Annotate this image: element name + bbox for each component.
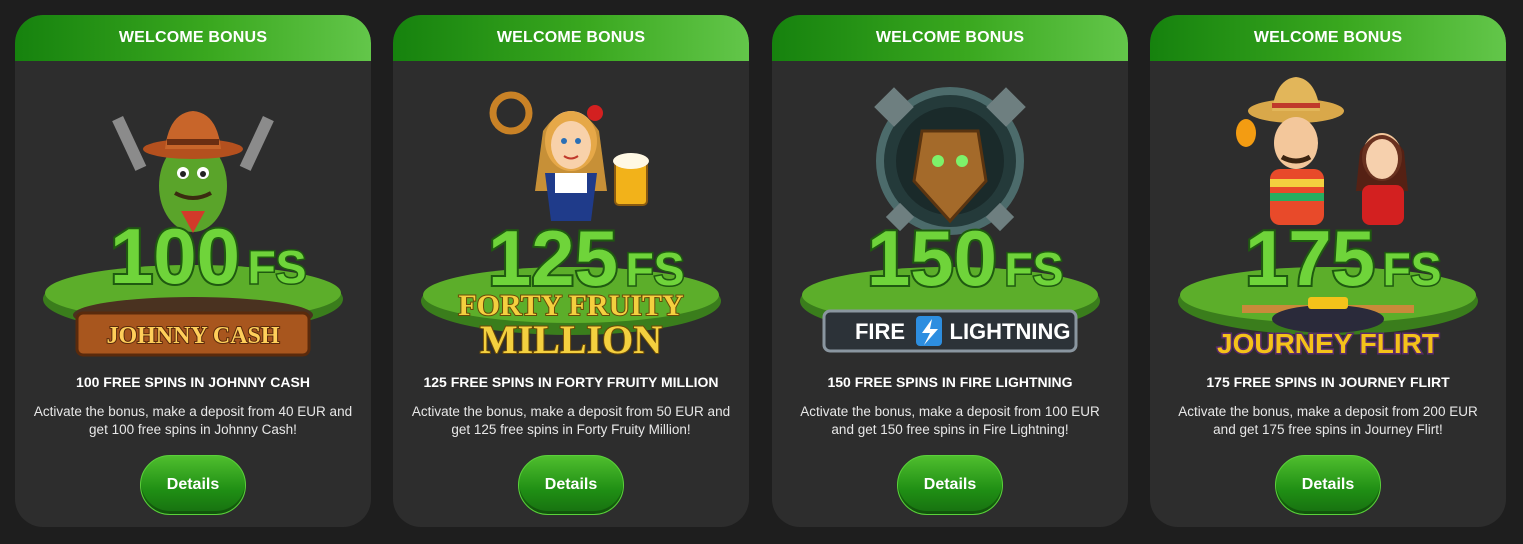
game-logo-line2: LIGHTNING	[950, 319, 1071, 344]
viking-mask-art: 150 FS FIRE LIGHTNING	[800, 87, 1100, 353]
promo-description: Activate the bonus, make a deposit from …	[800, 404, 1100, 437]
promo-title: 125 FREE SPINS IN FORTY FRUITY MILLION	[423, 374, 719, 390]
big-number-text: 100	[110, 212, 240, 300]
bonus-cards-row: WELCOME BONUS 100 FS JOHNNY CASH 100 FRE…	[0, 0, 1523, 544]
card-header: WELCOME BONUS	[15, 15, 371, 61]
bavarian-girl-art: 125 FS FORTY FRUITY MILLION	[421, 91, 721, 361]
card-header: WELCOME BONUS	[1150, 15, 1506, 61]
mexican-couple-art: 175 FS JOURNEY FLIRT	[1178, 77, 1478, 361]
game-logo-text: JOURNEY FLIRT	[1217, 328, 1439, 359]
promo-description: Activate the bonus, make a deposit from …	[411, 404, 731, 437]
promo-description: Activate the bonus, make a deposit from …	[1178, 404, 1478, 437]
promo-description: Activate the bonus, make a deposit from …	[33, 404, 353, 437]
game-logo-text: JOHNNY CASH	[106, 323, 279, 349]
card-header: WELCOME BONUS	[772, 15, 1128, 61]
promo-title: 100 FREE SPINS IN JOHNNY CASH	[76, 374, 310, 390]
card-header: WELCOME BONUS	[393, 15, 749, 61]
details-button[interactable]: Details	[140, 455, 246, 515]
game-art-johnny-cash: 100 FS JOHNNY CASH	[15, 61, 371, 361]
promo-title: 150 FREE SPINS IN FIRE LIGHTNING	[827, 374, 1073, 390]
bonus-card-journey-flirt: WELCOME BONUS 175 FS JOURNEY FLIRT 175 F…	[1150, 15, 1506, 527]
big-suffix-text: FS	[248, 241, 307, 293]
details-button[interactable]: Details	[1275, 455, 1381, 515]
details-button[interactable]: Details	[518, 455, 624, 515]
game-art-forty-fruity-million: 125 FS FORTY FRUITY MILLION	[393, 61, 749, 361]
bonus-card-forty-fruity-million: WELCOME BONUS 125 FS FORTY FRUITY MILLIO…	[393, 15, 749, 527]
bonus-card-fire-lightning: WELCOME BONUS 150 FS FIRE LIGHTNING 150 …	[772, 15, 1128, 527]
big-suffix-text: FS	[1005, 243, 1064, 295]
game-logo-line1: FIRE	[855, 319, 905, 344]
promo-title: 175 FREE SPINS IN JOURNEY FLIRT	[1206, 374, 1450, 390]
game-art-journey-flirt: 175 FS JOURNEY FLIRT	[1150, 61, 1506, 361]
cactus-cowboy-art: 100 FS JOHNNY CASH	[43, 111, 343, 357]
details-button[interactable]: Details	[897, 455, 1003, 515]
bonus-card-johnny-cash: WELCOME BONUS 100 FS JOHNNY CASH 100 FRE…	[15, 15, 371, 527]
game-logo-line2: MILLION	[480, 317, 662, 361]
game-art-fire-lightning: 150 FS FIRE LIGHTNING	[772, 61, 1128, 361]
big-suffix-text: FS	[1383, 243, 1442, 295]
big-suffix-text: FS	[626, 243, 685, 295]
big-number-text: 175	[1245, 214, 1375, 302]
big-number-text: 150	[867, 214, 997, 302]
